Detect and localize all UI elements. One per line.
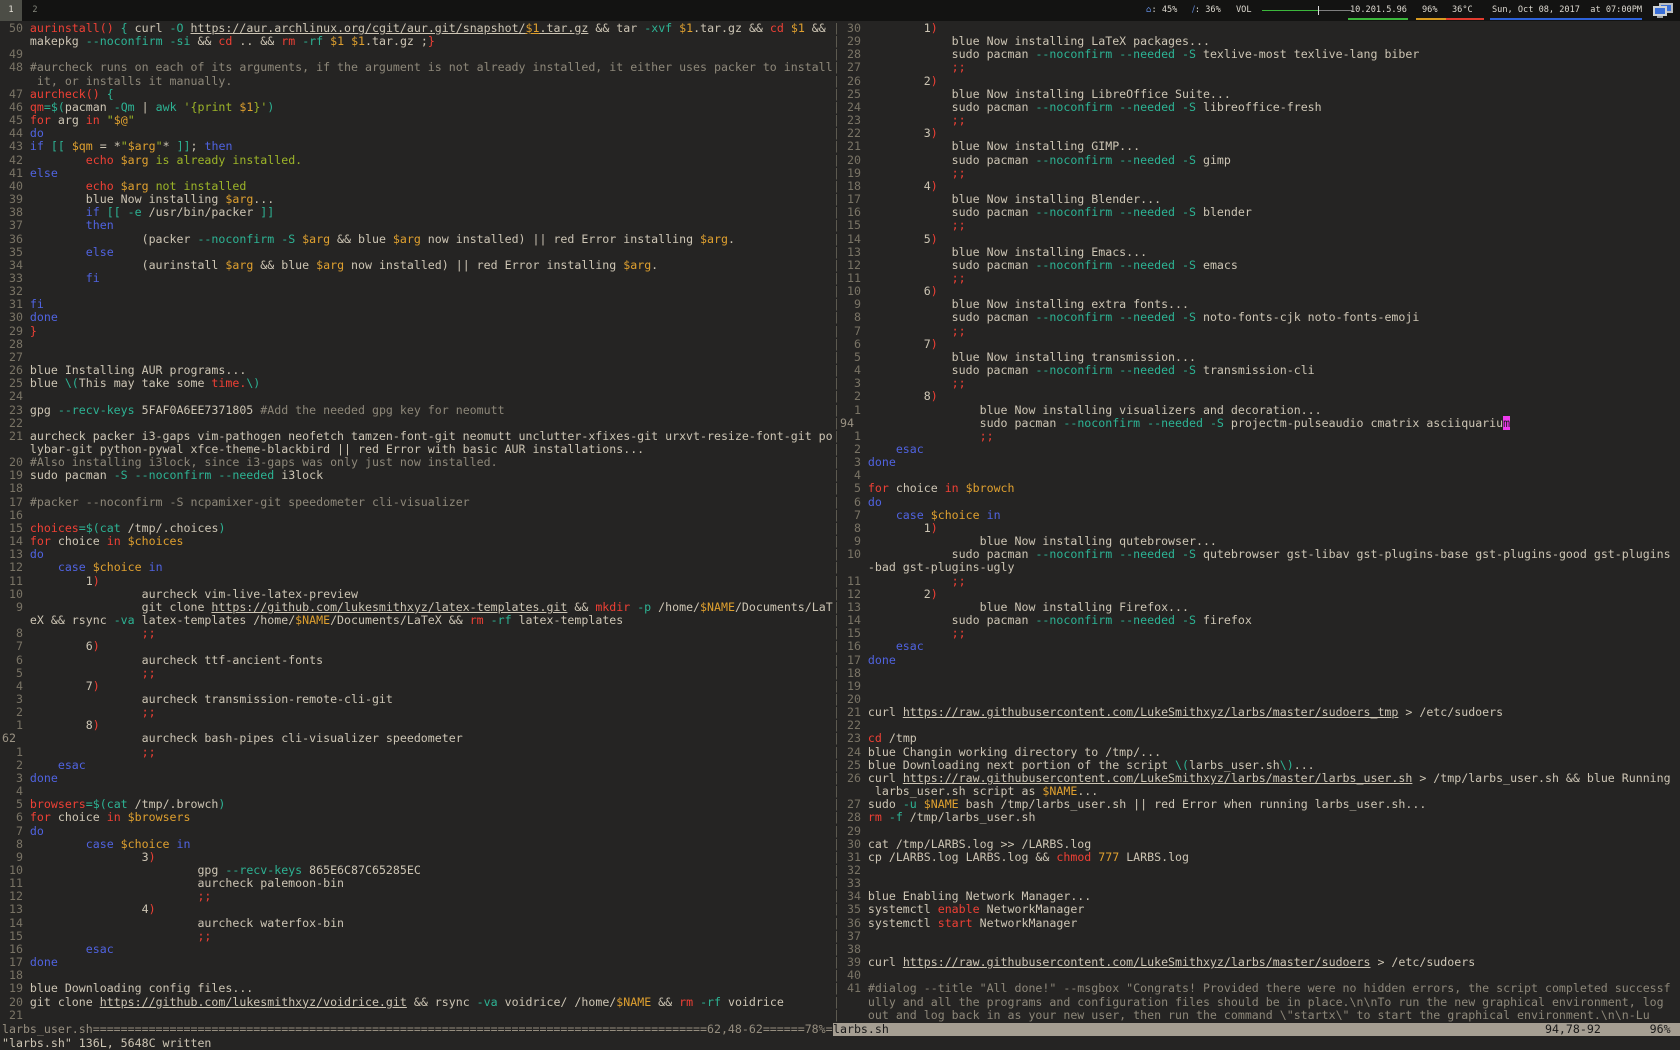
code-row[interactable]: | 37 (833, 930, 1680, 943)
code-row[interactable]: 23 gpg --recv-keys 5FAF0A6EE7371805 #Add… (2, 404, 833, 417)
code-row[interactable]: 17 done (2, 956, 833, 969)
code-row[interactable]: 34 (aurinstall $arg && blue $arg now ins… (2, 259, 833, 272)
code-row[interactable]: 2 ;; (2, 706, 833, 719)
code-row[interactable]: 15 ;; (2, 930, 833, 943)
code-row[interactable]: it, or installs it manually. (2, 75, 833, 88)
code-row[interactable]: | 11 ;; (833, 575, 1680, 588)
code-row[interactable]: 42 echo $arg is already installed. (2, 154, 833, 167)
volume-slider-handle[interactable] (1318, 6, 1319, 15)
code-row[interactable]: 21 (2, 1009, 833, 1022)
code-row[interactable]: 5 ;; (2, 667, 833, 680)
battery-underline (1416, 18, 1446, 20)
code-row[interactable]: | 3 done (833, 456, 1680, 469)
code-row[interactable]: | 15 ;; (833, 219, 1680, 232)
code-row[interactable]: | 19 (833, 680, 1680, 693)
vim-terminal: 50 aurinstall() { curl -O https://aur.ar… (0, 21, 1680, 1050)
code-row[interactable]: | out and log back in as your new user, … (833, 1009, 1680, 1022)
code-row[interactable]: | 5 for choice in $browch (833, 482, 1680, 495)
code-row[interactable]: 19 sudo pacman -S --noconfirm --needed i… (2, 469, 833, 482)
code-row[interactable]: | 3 ;; (833, 377, 1680, 390)
code-row[interactable]: 30 done (2, 311, 833, 324)
code-row[interactable]: | 16 esac (833, 640, 1680, 653)
code-row[interactable]: 31 fi (2, 298, 833, 311)
code-row[interactable]: 29 } (2, 325, 833, 338)
code-row[interactable]: | 1 ;; (833, 430, 1680, 443)
code-row[interactable]: | 31 cp /LARBS.log LARBS.log && chmod 77… (833, 851, 1680, 864)
volume-label: VOL (1236, 0, 1252, 21)
code-row[interactable]: | 19 ;; (833, 167, 1680, 180)
ip-underline (1348, 18, 1408, 20)
vim-pane-left-larbs_user.sh[interactable]: 50 aurinstall() { curl -O https://aur.ar… (2, 22, 833, 1022)
code-row[interactable]: 38 if [[ -e /usr/bin/packer ]] (2, 206, 833, 219)
disk-root-block[interactable]: /: 36% (1192, 0, 1221, 21)
code-row[interactable]: 25 blue \(This may take some time.\) (2, 377, 833, 390)
code-row[interactable]: | 22 (833, 719, 1680, 732)
statusline-active-right: larbs.sh 94,78-92 96% (833, 1023, 1680, 1036)
disk-home-block[interactable]: ⌂: 45% (1146, 0, 1177, 21)
code-row[interactable]: | 7 case $choice in (833, 509, 1680, 522)
statusline-inactive-left: larbs_user.sh===========================… (2, 1023, 833, 1036)
code-row[interactable]: | 36 systemctl start NetworkManager (833, 917, 1680, 930)
code-row[interactable]: 12 case $choice in (2, 561, 833, 574)
code-row[interactable]: 36 (packer --noconfirm -S $arg && blue $… (2, 233, 833, 246)
code-row[interactable]: 45 for arg in "$@" (2, 114, 833, 127)
code-row[interactable]: 14 for choice in $choices (2, 535, 833, 548)
vim-command-line: "larbs.sh" 136L, 5648C written (2, 1036, 211, 1050)
code-row[interactable]: makepkg --noconfirm -si && cd .. && rm -… (2, 35, 833, 48)
code-row[interactable]: | 21 curl https://raw.githubusercontent.… (833, 706, 1680, 719)
code-row[interactable]: | 23 ;; (833, 114, 1680, 127)
code-row[interactable]: | 18 (833, 667, 1680, 680)
code-row[interactable]: | 2 esac (833, 443, 1680, 456)
workspace-button-1[interactable]: 1 (0, 0, 22, 21)
disk-root-usage: : 36% (1195, 5, 1221, 15)
code-row[interactable]: 17 #packer --noconfirm -S ncpamixer-git … (2, 496, 833, 509)
vim-pane-right-larbs.sh[interactable]: | 30 1)| 29 blue Now installing LaTeX pa… (833, 22, 1680, 1022)
disk-home-usage: : 45% (1151, 5, 1177, 15)
code-row[interactable]: 3 done (2, 772, 833, 785)
code-row[interactable]: | 27 ;; (833, 61, 1680, 74)
volume-slider[interactable] (1262, 10, 1352, 11)
code-row[interactable]: 6 for choice in $browsers (2, 811, 833, 824)
date-underline (1490, 18, 1642, 20)
code-row[interactable]: 8 ;; (2, 627, 833, 640)
code-row[interactable]: | 15 ;; (833, 627, 1680, 640)
code-row[interactable]: | 7 ;; (833, 325, 1680, 338)
code-row[interactable]: | 11 ;; (833, 272, 1680, 285)
code-row[interactable]: 1 ;; (2, 746, 833, 759)
display-tray-icon[interactable] (1652, 3, 1674, 18)
code-row[interactable]: | 28 rm -f /tmp/larbs_user.sh (833, 811, 1680, 824)
code-row[interactable]: | 32 (833, 864, 1680, 877)
code-row[interactable]: 20 git clone https://github.com/lukesmit… (2, 996, 833, 1009)
workspace-button-2[interactable]: 2 (24, 0, 46, 21)
code-row[interactable]: | 39 curl https://raw.githubusercontent.… (833, 956, 1680, 969)
code-row[interactable]: 16 esac (2, 943, 833, 956)
code-row[interactable]: | 17 done (833, 654, 1680, 667)
volume-slider-fill (1262, 10, 1318, 11)
code-row[interactable]: 2 esac (2, 759, 833, 772)
code-row[interactable]: 32 (2, 285, 833, 298)
temperature-underline (1446, 18, 1484, 20)
code-row[interactable]: 28 (2, 338, 833, 351)
i3-status-bar: 1 2 ⌂: 45% /: 36% VOL 10.201.5.96 96% 36… (0, 0, 1680, 21)
code-row[interactable]: 33 fi (2, 272, 833, 285)
